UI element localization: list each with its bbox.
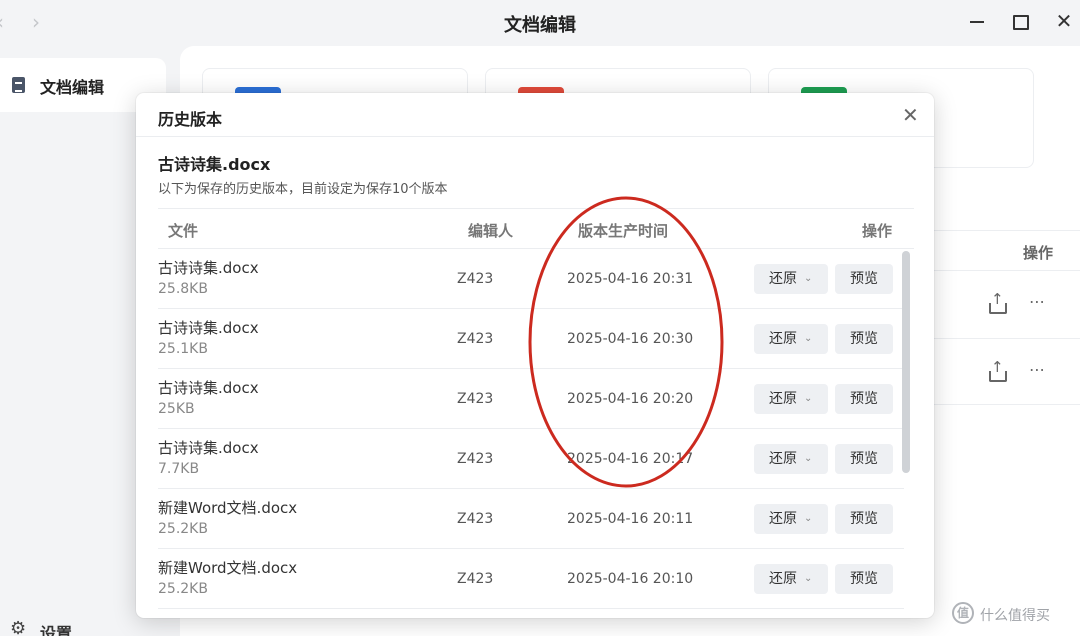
chevron-down-icon: ⌄ xyxy=(804,333,813,344)
version-file-size: 25KB xyxy=(158,401,195,417)
table-row: 新建Word文档.docx 25.2KB Z423 2025-04-16 20:… xyxy=(158,489,904,549)
preview-button[interactable]: 预览 xyxy=(835,444,893,474)
version-file-name: 古诗诗集.docx xyxy=(158,439,259,457)
restore-label: 还原 xyxy=(769,271,797,287)
table-row: 新建Word文档.docx 25.2KB Z423 2025-04-16 20:… xyxy=(158,549,904,609)
restore-label: 还原 xyxy=(769,391,797,407)
version-file-name: 古诗诗集.docx xyxy=(158,259,259,277)
restore-label: 还原 xyxy=(769,571,797,587)
file-name: 古诗诗集.docx xyxy=(158,155,271,174)
version-file-name: 新建Word文档.docx xyxy=(158,559,298,577)
minimize-button[interactable] xyxy=(966,10,990,34)
window-title: 文档编辑 xyxy=(504,15,576,36)
share-icon[interactable] xyxy=(988,290,1007,314)
preview-button[interactable]: 预览 xyxy=(835,264,893,294)
restore-button[interactable]: 还原 ⌄ xyxy=(754,564,828,594)
chevron-down-icon: ⌄ xyxy=(804,513,813,524)
version-editor: Z423 xyxy=(457,391,494,407)
version-editor: Z423 xyxy=(457,271,494,287)
column-header-actions: 操作 xyxy=(862,222,893,240)
table-row: 古诗诗集.docx 25.8KB Z423 2025-04-16 20:31 还… xyxy=(158,249,904,309)
document-icon xyxy=(12,77,26,93)
version-file-name: 新建Word文档.docx xyxy=(158,499,298,517)
version-list: 古诗诗集.docx 25.8KB Z423 2025-04-16 20:31 还… xyxy=(158,249,904,609)
version-time: 2025-04-16 20:11 xyxy=(567,511,694,527)
version-time: 2025-04-16 20:17 xyxy=(567,451,694,467)
preview-button[interactable]: 预览 xyxy=(835,324,893,354)
table-row: 古诗诗集.docx 25KB Z423 2025-04-16 20:20 还原 ⌄… xyxy=(158,369,904,429)
settings-label: 设置 xyxy=(40,624,73,636)
version-time: 2025-04-16 20:30 xyxy=(567,331,694,347)
table-row: 古诗诗集.docx 7.7KB Z423 2025-04-16 20:17 还原… xyxy=(158,429,904,489)
column-header-editor: 编辑人 xyxy=(468,222,514,240)
watermark-badge: 值 xyxy=(952,602,974,624)
column-header-file: 文件 xyxy=(168,222,199,240)
restore-button[interactable]: 还原 ⌄ xyxy=(754,384,828,414)
close-window-button[interactable]: ✕ xyxy=(1052,10,1076,34)
chevron-down-icon: ⌄ xyxy=(804,393,813,404)
chevron-down-icon: ⌄ xyxy=(804,573,813,584)
version-file-size: 7.7KB xyxy=(158,461,200,477)
preview-button[interactable]: 预览 xyxy=(835,504,893,534)
version-time: 2025-04-16 20:10 xyxy=(567,571,694,587)
version-file-name: 古诗诗集.docx xyxy=(158,379,259,397)
restore-button[interactable]: 还原 ⌄ xyxy=(754,324,828,354)
version-time: 2025-04-16 20:31 xyxy=(567,271,694,287)
dialog-title: 历史版本 xyxy=(158,110,223,129)
version-file-size: 25.2KB xyxy=(158,581,208,597)
close-icon[interactable]: ✕ xyxy=(902,103,919,127)
restore-button[interactable]: 还原 ⌄ xyxy=(754,504,828,534)
more-icon[interactable]: ⋯ xyxy=(1029,360,1046,379)
restore-button[interactable]: 还原 ⌄ xyxy=(754,264,828,294)
divider xyxy=(136,136,934,137)
version-editor: Z423 xyxy=(457,451,494,467)
preview-button[interactable]: 预览 xyxy=(835,384,893,414)
restore-label: 还原 xyxy=(769,451,797,467)
divider xyxy=(158,208,914,209)
column-header-time: 版本生产时间 xyxy=(578,222,669,240)
version-editor: Z423 xyxy=(457,571,494,587)
restore-label: 还原 xyxy=(769,331,797,347)
gear-icon: ⚙ xyxy=(10,618,27,636)
scrollbar-thumb[interactable] xyxy=(902,251,910,473)
version-file-size: 25.2KB xyxy=(158,521,208,537)
restore-label: 还原 xyxy=(769,511,797,527)
version-editor: Z423 xyxy=(457,511,494,527)
table-row: 古诗诗集.docx 25.1KB Z423 2025-04-16 20:30 还… xyxy=(158,309,904,369)
sidebar-item-settings[interactable]: ⚙ 设置 xyxy=(10,618,130,636)
version-time: 2025-04-16 20:20 xyxy=(567,391,694,407)
more-icon[interactable]: ⋯ xyxy=(1029,292,1046,311)
version-file-size: 25.1KB xyxy=(158,341,208,357)
watermark-text: 什么值得买 xyxy=(980,608,1050,624)
chevron-down-icon: ⌄ xyxy=(804,273,813,284)
sidebar-item-label: 文档编辑 xyxy=(40,78,105,97)
version-file-name: 古诗诗集.docx xyxy=(158,319,259,337)
preview-button[interactable]: 预览 xyxy=(835,564,893,594)
restore-button[interactable]: 还原 ⌄ xyxy=(754,444,828,474)
actions-column-header: 操作 xyxy=(1023,244,1054,262)
version-file-size: 25.8KB xyxy=(158,281,208,297)
version-history-dialog: 历史版本 ✕ 古诗诗集.docx 以下为保存的历史版本，目前设定为保存10个版本… xyxy=(136,93,934,618)
title-bar: ‹ › 文档编辑 ✕ xyxy=(0,0,1080,46)
version-editor: Z423 xyxy=(457,331,494,347)
chevron-down-icon: ⌄ xyxy=(804,453,813,464)
share-icon[interactable] xyxy=(988,358,1007,382)
watermark: 值 什么值得买 xyxy=(952,602,1080,626)
history-description: 以下为保存的历史版本，目前设定为保存10个版本 xyxy=(158,182,448,197)
maximize-button[interactable] xyxy=(1008,10,1032,34)
